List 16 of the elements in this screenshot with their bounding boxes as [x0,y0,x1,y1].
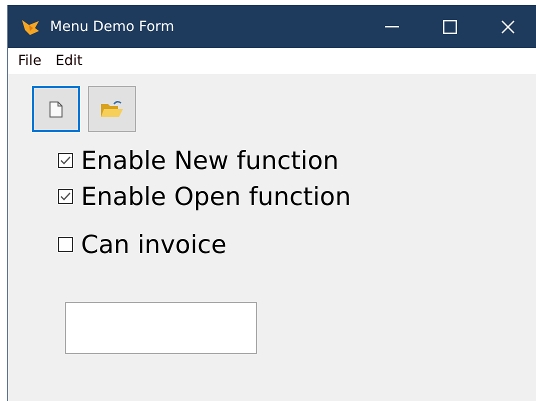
folder-icon [100,99,124,119]
checkbox[interactable] [58,152,73,168]
checkbox-label: Can invoice [81,230,227,258]
window-title: Menu Demo Form [50,18,176,34]
checkbox[interactable] [58,236,73,252]
checkbox-label: Enable Open function [81,182,351,210]
minimize-icon [385,26,399,28]
new-button[interactable] [32,86,80,132]
menu-item[interactable]: Edit [49,53,91,69]
menu-item[interactable]: File [12,53,50,69]
maximize-icon [443,20,457,34]
document-icon [49,100,63,118]
checkbox[interactable] [58,188,73,204]
checkbox-label: Enable New function [81,146,339,174]
text-field[interactable] [65,302,257,354]
close-icon [501,20,515,34]
